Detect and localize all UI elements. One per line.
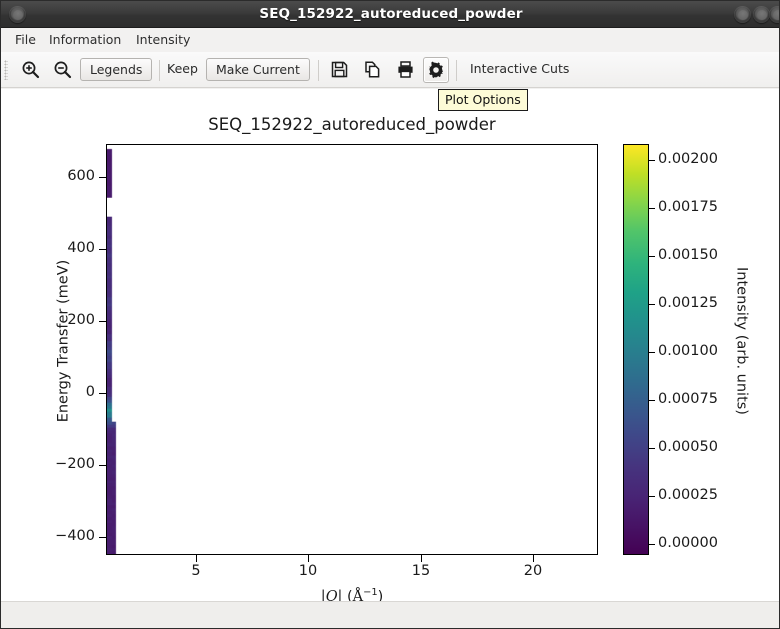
menu-information[interactable]: Information (45, 31, 125, 49)
xtick-mark-10 (308, 555, 309, 562)
cbtick-label-00025: 0.00025 (658, 487, 718, 503)
cbtick-label-00075: 0.00075 (658, 391, 718, 407)
y-axis-label: Energy Transfer (meV) (56, 136, 72, 547)
cbtick-label-00175: 0.00175 (658, 199, 718, 215)
plot-title: SEQ_152922_autoreduced_powder (106, 115, 598, 134)
ytick-mark-600 (99, 177, 106, 178)
cbtick-label-00050: 0.00050 (658, 439, 718, 455)
print-icon[interactable] (392, 57, 418, 83)
cbtick-mark-00200 (649, 160, 655, 161)
save-icon[interactable] (326, 57, 352, 83)
toolbar-separator-3 (456, 60, 457, 81)
cbtick-label-00150: 0.00150 (658, 247, 718, 263)
xtick-mark-20 (533, 555, 534, 562)
cbtick-mark-00025 (649, 496, 655, 497)
xtick-label-10: 10 (299, 563, 317, 579)
toolbar-separator-1 (159, 60, 160, 81)
make-current-button[interactable]: Make Current (206, 58, 310, 81)
xtick-label-15: 15 (412, 563, 430, 579)
ytick-mark-200 (99, 321, 106, 322)
window-title: SEQ_152922_autoreduced_powder (1, 1, 780, 28)
status-bar (1, 601, 780, 628)
cbtick-mark-0 (649, 544, 655, 545)
application-window: SEQ_152922_autoreduced_powder File Infor… (0, 0, 780, 629)
menu-intensity[interactable]: Intensity (132, 31, 194, 49)
colorbar-label: Intensity (arb. units) (734, 136, 750, 547)
title-bar: SEQ_152922_autoreduced_powder (1, 1, 780, 28)
plot-options-tooltip: Plot Options (438, 89, 528, 111)
cbtick-label-0: 0.00000 (658, 535, 718, 551)
colorbar[interactable] (623, 144, 649, 555)
maximize-button[interactable] (753, 6, 770, 23)
xtick-label-5: 5 (191, 563, 200, 579)
cbtick-mark-00075 (649, 400, 655, 401)
close-button[interactable] (769, 6, 780, 23)
keep-label[interactable]: Keep (167, 58, 198, 81)
heatmap-image (107, 145, 597, 554)
ytick-mark-0 (99, 393, 106, 394)
cbtick-label-00125: 0.00125 (658, 295, 718, 311)
cbtick-mark-00100 (649, 352, 655, 353)
figure-canvas[interactable]: SEQ_152922_autoreduced_powder 600 400 20… (1, 89, 780, 601)
window-menu-button[interactable] (9, 6, 26, 23)
cbtick-label-00200: 0.00200 (658, 151, 718, 167)
tool-bar: Legends Keep Make Current (1, 52, 780, 88)
interactive-cuts-label[interactable]: Interactive Cuts (470, 58, 569, 81)
toolbar-separator-2 (318, 60, 319, 81)
cbtick-mark-00125 (649, 304, 655, 305)
zoom-out-icon[interactable] (49, 57, 75, 83)
minimize-button[interactable] (734, 6, 751, 23)
legends-button[interactable]: Legends (80, 58, 152, 81)
cbtick-mark-00050 (649, 448, 655, 449)
toolbar-grip[interactable] (4, 60, 8, 80)
ytick-mark-neg400 (99, 537, 106, 538)
menu-bar: File Information Intensity (1, 28, 780, 52)
xtick-mark-15 (421, 555, 422, 562)
menu-file[interactable]: File (11, 31, 40, 49)
cbtick-mark-00150 (649, 256, 655, 257)
ytick-mark-neg200 (99, 465, 106, 466)
plot-options-gear-icon[interactable] (423, 57, 449, 83)
ytick-label-0: 0 (86, 384, 95, 400)
heatmap-axes[interactable] (106, 144, 598, 555)
xtick-label-20: 20 (524, 563, 542, 579)
xtick-mark-5 (196, 555, 197, 562)
copy-icon[interactable] (359, 57, 385, 83)
ytick-mark-400 (99, 249, 106, 250)
cbtick-label-00100: 0.00100 (658, 343, 718, 359)
zoom-in-icon[interactable] (17, 57, 43, 83)
cbtick-mark-00175 (649, 208, 655, 209)
